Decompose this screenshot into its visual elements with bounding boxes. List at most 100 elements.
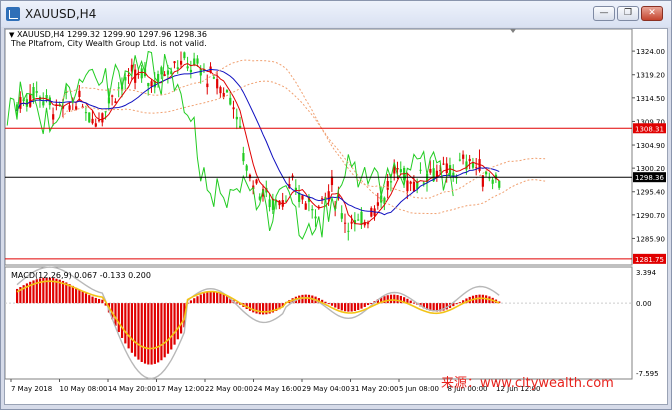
macd-histogram-bar <box>199 294 202 304</box>
macd-histogram-bar <box>150 303 153 365</box>
chart-area[interactable]: 1324.00 1319.20 1314.50 1309.70 1304.90 1300.… <box>4 28 668 405</box>
price-tick-label: 1300.20 <box>636 165 665 173</box>
candle-body <box>491 179 494 184</box>
macd-histogram-bar <box>173 303 176 345</box>
macd-histogram-bar <box>340 303 343 311</box>
candle-body <box>176 67 179 69</box>
macd-histogram-bar <box>140 303 143 362</box>
candle-body <box>101 113 104 123</box>
candle-body <box>344 222 347 224</box>
minimize-icon: — <box>599 8 609 18</box>
candle-body <box>117 87 120 89</box>
candle-body <box>419 169 422 171</box>
restore-icon: ❐ <box>623 8 633 18</box>
macd-histogram-bar <box>160 303 163 361</box>
close-button[interactable]: ✕ <box>641 6 663 21</box>
macd-histogram-bar <box>176 303 179 340</box>
candle-body <box>91 118 94 124</box>
macd-histogram-bar <box>344 303 347 312</box>
candle-body <box>301 195 304 200</box>
macd-histogram-bar <box>396 295 399 304</box>
macd-histogram-bar <box>386 295 389 304</box>
macd-histogram-bar <box>147 303 150 365</box>
candle-body <box>429 168 432 173</box>
macd-histogram-bar <box>78 289 81 304</box>
candle-body <box>19 97 22 109</box>
candle-body <box>45 95 48 99</box>
price-tick-label: 1314.50 <box>636 95 665 103</box>
macd-histogram-bar <box>134 303 137 357</box>
macd-histogram-bar <box>347 303 350 312</box>
window-titlebar[interactable]: XAUUSD,H4 — ❐ ✕ <box>1 1 671 27</box>
macd-histogram-bar <box>193 298 196 304</box>
macd-histogram-bar <box>393 294 396 304</box>
macd-histogram-bar <box>366 303 370 306</box>
current-price-tag-label: 1298.36 <box>635 174 664 182</box>
macd-signal-line <box>16 280 500 350</box>
macd-histogram-bar <box>101 299 104 304</box>
macd-histogram-bar <box>412 302 416 304</box>
resistance-level-tag-label: 1308.31 <box>635 125 664 133</box>
chart-shift-marker <box>510 29 516 33</box>
time-tick-label: 5 Jun 08:00 <box>399 385 439 393</box>
macd-histogram-bar <box>248 303 252 311</box>
macd-histogram-bar <box>357 303 360 310</box>
candle-body <box>193 58 196 65</box>
macd-histogram-bar <box>202 293 206 304</box>
candle-body <box>498 180 501 188</box>
macd-tick-label: -7.595 <box>636 370 659 378</box>
candle-body <box>166 70 170 75</box>
macd-histogram-bar <box>324 301 327 304</box>
cloud-span-b <box>62 80 546 215</box>
macd-tick-label: 0.00 <box>636 300 652 308</box>
candle-body <box>232 107 235 110</box>
candle-body <box>409 181 412 184</box>
candle-body <box>68 105 71 110</box>
time-tick-label: 24 May 16:00 <box>254 385 302 393</box>
macd-histogram-bar <box>120 303 124 338</box>
price-chart-svg[interactable]: 1324.001319.201314.501309.701304.901300.… <box>5 29 667 404</box>
macd-histogram-bar <box>258 303 261 315</box>
macd-histogram-bar <box>206 292 209 304</box>
candle-body <box>206 83 209 88</box>
candle-body <box>268 199 271 208</box>
macd-histogram-bar <box>180 303 183 334</box>
candle-body <box>399 169 402 173</box>
candle-body <box>52 114 55 120</box>
candle-body <box>183 52 186 59</box>
macd-tick-label: 3.394 <box>636 269 657 277</box>
macd-histogram-bar <box>68 284 71 304</box>
candle-body <box>29 93 32 107</box>
macd-histogram-bar <box>84 293 88 304</box>
price-tick-label: 1290.70 <box>636 212 665 220</box>
macd-histogram-bar <box>337 303 340 310</box>
candle-body <box>340 213 343 219</box>
macd-histogram-bar <box>75 287 78 304</box>
candle-body <box>255 179 258 184</box>
macd-histogram-bar <box>455 303 458 305</box>
macd-histogram-bar <box>219 293 222 304</box>
candle-body <box>147 83 150 87</box>
candle-body <box>245 165 248 171</box>
candle-body <box>150 81 153 87</box>
kijun-line <box>16 68 500 216</box>
macd-histogram-bar <box>170 303 173 350</box>
restore-button[interactable]: ❐ <box>617 6 639 21</box>
symbol-ohlc: XAUUSD,H4 1299.32 1299.90 1297.96 1298.3… <box>16 30 207 39</box>
macd-histogram-bar <box>157 303 160 363</box>
candle-body <box>242 153 245 162</box>
macd-label: MACD(12,26,9) 0.067 -0.133 0.200 <box>11 271 151 280</box>
macd-histogram-bar <box>94 297 97 304</box>
macd-histogram-bar <box>222 294 225 304</box>
candle-body <box>412 181 416 192</box>
candle-body <box>304 203 307 210</box>
macd-histogram-bar <box>334 303 337 308</box>
macd-histogram-bar <box>209 291 212 304</box>
candle-body <box>376 202 379 206</box>
minimize-button[interactable]: — <box>593 6 615 21</box>
candle-body <box>321 198 324 200</box>
support-level-tag-label: 1281.75 <box>635 256 664 264</box>
candle-body <box>406 180 409 192</box>
header-triangle-icon: ▼ <box>9 31 15 39</box>
candle-body <box>186 66 189 69</box>
